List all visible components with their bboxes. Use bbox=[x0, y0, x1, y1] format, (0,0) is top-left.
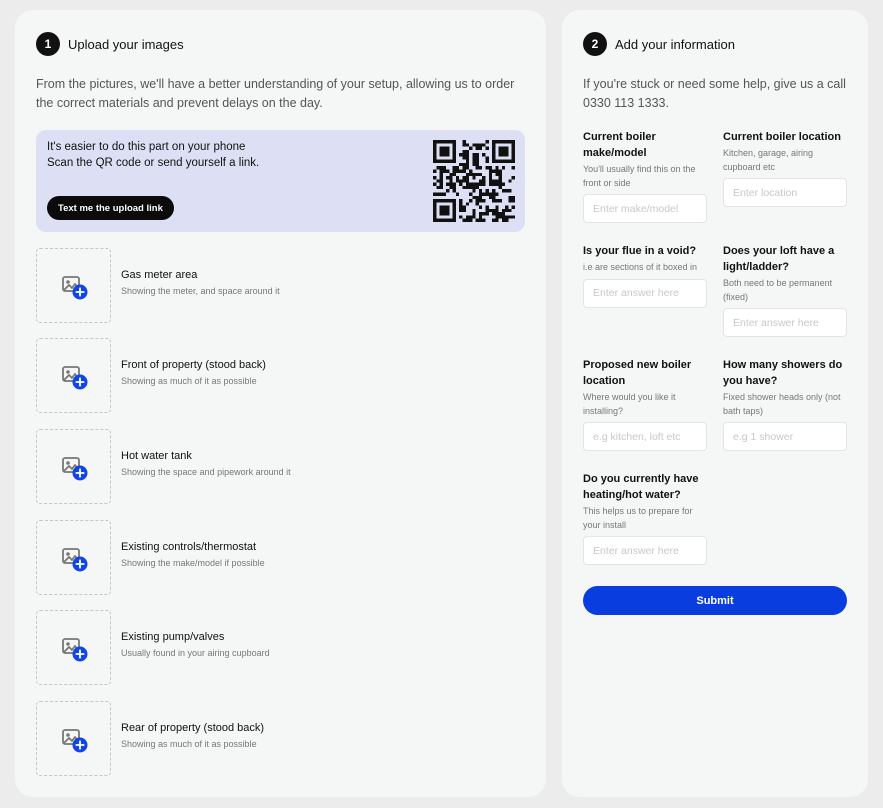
field-help-text: Fixed shower heads only (not bath taps) bbox=[723, 392, 841, 416]
step-number-badge: 2 bbox=[583, 32, 607, 56]
qr-code bbox=[433, 140, 515, 222]
upload-dropzone[interactable] bbox=[36, 520, 111, 595]
info-intro-text: If you're stuck or need some help, give … bbox=[583, 75, 853, 113]
image-add-icon bbox=[62, 638, 88, 662]
upload-step-title: Upload your images bbox=[68, 36, 184, 52]
field-help-text: Kitchen, garage, airing cupboard etc bbox=[723, 148, 814, 172]
field-label: Do you currently have heating/hot water? bbox=[583, 473, 699, 501]
form-field: How many showers do you have? Fixed showe… bbox=[723, 357, 847, 451]
field-help-text: i.e are sections of it boxed in bbox=[583, 262, 698, 272]
form-field: Current boiler make/model You'll usually … bbox=[583, 129, 707, 223]
image-add-icon bbox=[62, 366, 88, 390]
field-label: How many showers do you have? bbox=[723, 359, 843, 387]
field-input[interactable] bbox=[583, 422, 707, 451]
field-input[interactable] bbox=[723, 178, 847, 207]
add-information-card: 2 Add your information If you're stuck o… bbox=[562, 10, 868, 797]
field-label: Current boiler make/model bbox=[583, 131, 656, 159]
text-upload-link-button[interactable]: Text me the upload link bbox=[47, 196, 174, 220]
upload-item-subtitle: Showing the make/model if possible bbox=[121, 558, 265, 568]
upload-item: Existing controls/thermostat Showing the … bbox=[36, 520, 516, 595]
upload-item-title: Front of property (stood back) bbox=[121, 359, 266, 371]
field-input[interactable] bbox=[583, 278, 707, 308]
upload-intro-line: the correct materials and prevent delays… bbox=[36, 96, 323, 110]
upload-dropzone[interactable] bbox=[36, 248, 111, 323]
field-label: Does your loft have a light/ladder? bbox=[723, 245, 835, 273]
upload-item-subtitle: Showing the space and pipework around it bbox=[121, 467, 291, 477]
field-input[interactable] bbox=[723, 422, 847, 451]
image-add-icon bbox=[62, 276, 88, 300]
upload-intro-text: From the pictures, we'll have a better u… bbox=[36, 75, 531, 113]
upload-item: Existing pump/valves Usually found in you… bbox=[36, 610, 516, 685]
upload-item-subtitle: Usually found in your airing cupboard bbox=[121, 648, 270, 658]
field-label: Proposed new boiler location bbox=[583, 359, 692, 387]
info-step-header: 2 Add your information bbox=[583, 32, 735, 56]
field-help-text: You'll usually find this on the front or… bbox=[583, 164, 696, 188]
upload-step-header: 1 Upload your images bbox=[36, 32, 184, 56]
upload-dropzone[interactable] bbox=[36, 610, 111, 685]
upload-item-subtitle: Showing as much of it as possible bbox=[121, 739, 257, 749]
upload-images-card: 1 Upload your images From the pictures, … bbox=[15, 10, 546, 797]
field-label: Current boiler location bbox=[723, 131, 841, 143]
info-intro-line: If you're stuck or need some help, give … bbox=[583, 77, 846, 91]
field-input[interactable] bbox=[583, 194, 707, 223]
submit-button[interactable]: Submit bbox=[583, 586, 847, 615]
info-intro-line: 0330 113 1333. bbox=[583, 96, 669, 110]
form-field: Proposed new boiler location Where would … bbox=[583, 357, 707, 451]
upload-dropzone[interactable] bbox=[36, 338, 111, 413]
upload-item: Gas meter area Showing the meter, and spa… bbox=[36, 248, 516, 323]
field-label: Is your flue in a void? bbox=[583, 245, 697, 257]
phone-upload-panel: It's easier to do this part on your phon… bbox=[36, 130, 525, 232]
field-help-text: Where would you like it installing? bbox=[583, 392, 676, 416]
image-add-icon bbox=[62, 729, 88, 753]
upload-item-title: Rear of property (stood back) bbox=[121, 722, 265, 734]
upload-item-title: Hot water tank bbox=[121, 450, 192, 462]
form-field: Is your flue in a void? i.e are sections … bbox=[583, 243, 707, 308]
form-field: Does your loft have a light/ladder? Both … bbox=[723, 243, 847, 337]
upload-item-title: Gas meter area bbox=[121, 269, 198, 281]
field-input[interactable] bbox=[723, 308, 847, 337]
upload-item-subtitle: Showing the meter, and space around it bbox=[121, 286, 280, 296]
upload-item: Rear of property (stood back) Showing as … bbox=[36, 701, 516, 776]
image-add-icon bbox=[62, 457, 88, 481]
field-help-text: This helps us to prepare for your instal… bbox=[583, 506, 693, 530]
phone-prompt-line: It's easier to do this part on your phon… bbox=[47, 141, 246, 153]
upload-item-title: Existing controls/thermostat bbox=[121, 541, 257, 553]
info-step-title: Add your information bbox=[615, 36, 735, 52]
field-help-text: Both need to be permanent (fixed) bbox=[723, 278, 833, 302]
upload-dropzone[interactable] bbox=[36, 429, 111, 504]
upload-item-title: Existing pump/valves bbox=[121, 631, 225, 643]
image-add-icon bbox=[62, 548, 88, 572]
form-field: Current boiler location Kitchen, garage, … bbox=[723, 129, 847, 207]
upload-item: Front of property (stood back) Showing as… bbox=[36, 338, 516, 413]
upload-item-subtitle: Showing as much of it as possible bbox=[121, 376, 257, 386]
field-input[interactable] bbox=[583, 536, 707, 565]
phone-prompt-line: Scan the QR code or send yourself a link… bbox=[47, 157, 260, 169]
upload-intro-line: From the pictures, we'll have a better u… bbox=[36, 77, 515, 91]
form-field: Do you currently have heating/hot water?… bbox=[583, 471, 707, 565]
upload-dropzone[interactable] bbox=[36, 701, 111, 776]
upload-item: Hot water tank Showing the space and pipe… bbox=[36, 429, 516, 504]
step-number-badge: 1 bbox=[36, 32, 60, 56]
